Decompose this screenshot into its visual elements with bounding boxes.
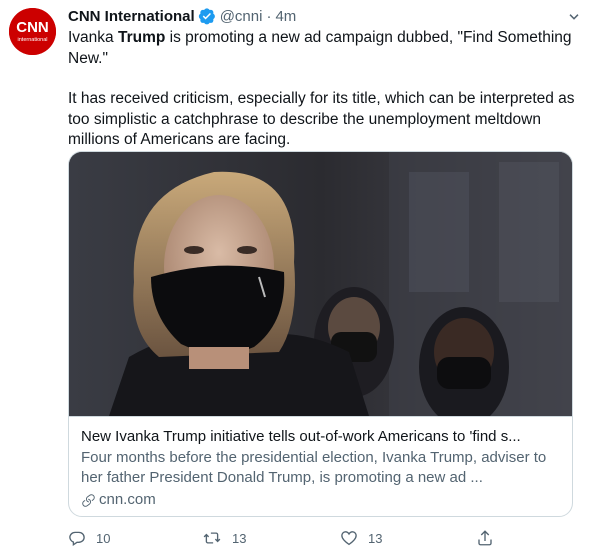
reply-button[interactable]: 10 bbox=[68, 529, 110, 547]
tweet[interactable]: CNN international CNN International @cnn… bbox=[0, 0, 604, 547]
cnn-logo: CNN international bbox=[9, 8, 56, 55]
card-domain[interactable]: cnn.com bbox=[81, 490, 562, 510]
card-description: Four months before the presidential elec… bbox=[81, 449, 547, 486]
card-body[interactable]: New Ivanka Trump initiative tells out-of… bbox=[69, 416, 572, 516]
avatar[interactable]: CNN international bbox=[9, 8, 56, 55]
tweet-actions: 10 13 13 bbox=[68, 529, 576, 547]
link-icon bbox=[82, 493, 95, 507]
account-handle[interactable]: @cnni bbox=[220, 8, 263, 25]
share-button[interactable] bbox=[476, 529, 494, 547]
account-name[interactable]: CNN International bbox=[68, 8, 195, 25]
card-image[interactable] bbox=[69, 152, 572, 416]
heart-icon bbox=[341, 531, 357, 546]
card-domain-text: cnn.com bbox=[99, 491, 156, 508]
svg-text:international: international bbox=[18, 37, 48, 43]
verified-badge-icon bbox=[198, 8, 215, 25]
svg-text:CNN: CNN bbox=[16, 19, 49, 36]
reply-count: 10 bbox=[96, 530, 111, 546]
retweet-icon bbox=[203, 532, 221, 544]
tweet-text: Ivanka Trump is promoting a new ad campa… bbox=[68, 28, 576, 151]
card-title[interactable]: New Ivanka Trump initiative tells out-of… bbox=[81, 427, 562, 446]
tweet-paragraph-2: It has received criticism, especially fo… bbox=[68, 90, 575, 148]
tweet-paragraph-1: Ivanka Trump is promoting a new ad campa… bbox=[68, 29, 572, 67]
retweet-button[interactable]: 13 bbox=[202, 529, 246, 547]
tweet-timestamp[interactable]: 4m bbox=[275, 8, 296, 25]
like-count: 13 bbox=[368, 530, 383, 546]
tweet-header: CNN International @cnni · 4m bbox=[68, 6, 576, 26]
like-button[interactable]: 13 bbox=[340, 529, 382, 547]
link-card[interactable]: New Ivanka Trump initiative tells out-of… bbox=[68, 151, 573, 517]
retweet-count: 13 bbox=[232, 530, 247, 546]
share-icon bbox=[478, 530, 492, 546]
photo-woman-mask bbox=[69, 152, 572, 416]
reply-icon bbox=[69, 531, 85, 547]
hashtag-keyword: Trump bbox=[117, 29, 166, 46]
separator-dot: · bbox=[266, 7, 272, 25]
chevron-down-icon[interactable] bbox=[565, 8, 583, 26]
